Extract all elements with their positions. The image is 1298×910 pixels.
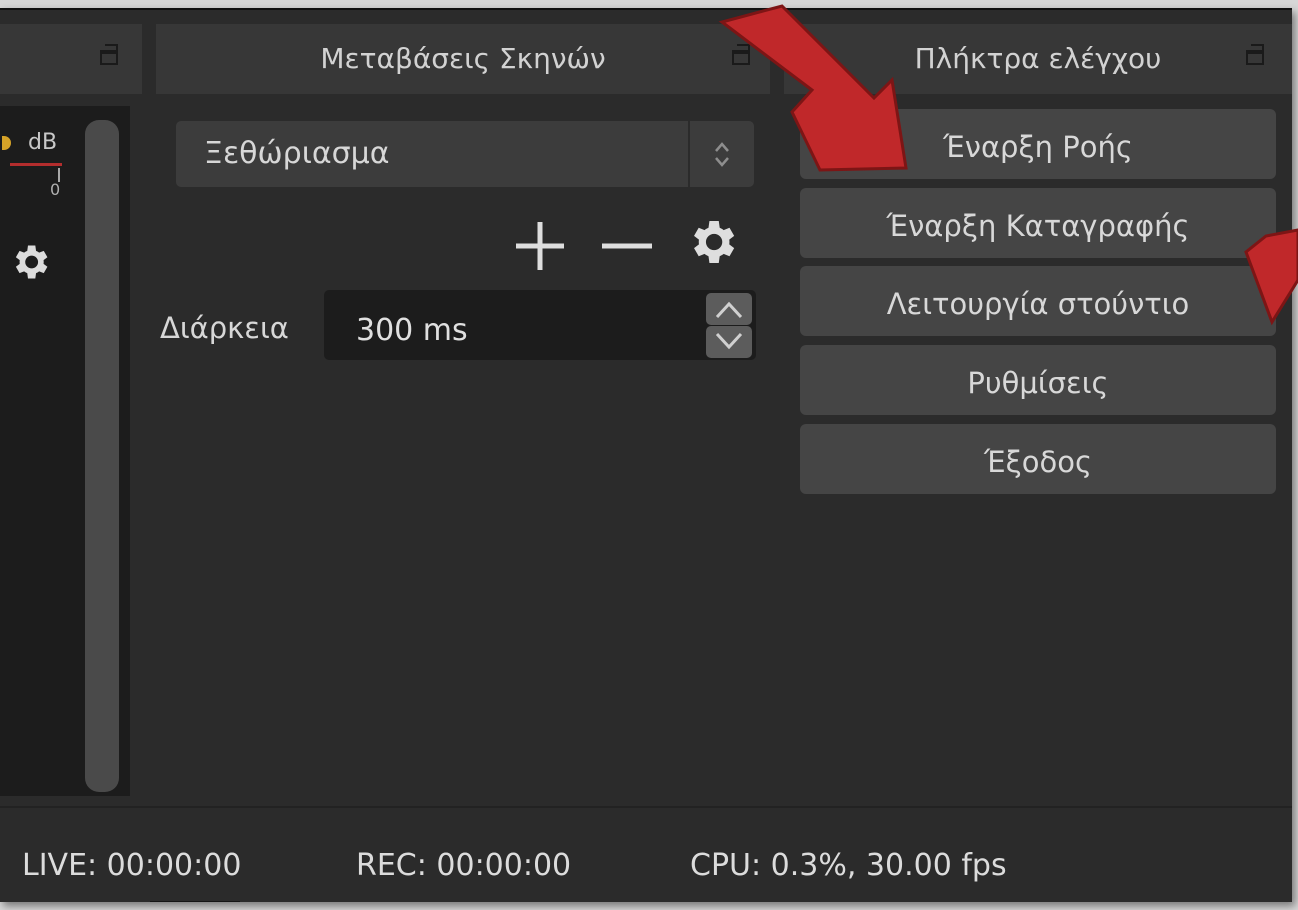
settings-button[interactable]: Ρυθμίσεις (800, 345, 1276, 415)
studio-mode-button[interactable]: Λειτουργία στούντιο (800, 266, 1276, 336)
transition-select[interactable]: Ξεθώριασμα (176, 121, 754, 187)
status-bar-mark (150, 901, 240, 902)
decrement-chevron-down-icon[interactable] (706, 326, 752, 358)
transition-select-value: Ξεθώριασμα (204, 136, 390, 171)
duration-spinbox[interactable]: 300 ms (324, 290, 756, 360)
duration-value: 300 ms (356, 313, 468, 348)
db-label: dB (28, 130, 58, 155)
status-bar-divider (0, 806, 1292, 808)
volume-meter-bar (10, 163, 62, 166)
start-streaming-button[interactable]: Έναρξη Ροής (800, 109, 1276, 179)
duration-label: Διάρκεια (160, 311, 289, 345)
meter-zero-label: 0 (50, 180, 61, 199)
increment-chevron-up-icon[interactable] (706, 293, 752, 325)
obs-window: Μεταβάσεις Σκηνών Πλήκτρα ελέγχου dB 0 Ξ… (0, 8, 1292, 902)
float-dock-icon[interactable] (100, 44, 118, 65)
audio-settings-gear-icon[interactable] (8, 240, 52, 284)
transition-properties-gear-icon[interactable] (684, 214, 740, 274)
volume-slider[interactable] (85, 120, 119, 792)
transitions-dock-title: Μεταβάσεις Σκηνών (320, 42, 606, 75)
transitions-dock-header: Μεταβάσεις Σκηνών (156, 24, 770, 94)
controls-dock-title: Πλήκτρα ελέγχου (914, 42, 1162, 75)
top-border (0, 8, 1292, 10)
live-timer: LIVE: 00:00:00 (22, 848, 242, 883)
start-recording-button[interactable]: Έναρξη Καταγραφής (800, 188, 1276, 258)
add-transition-icon[interactable] (512, 220, 568, 276)
rec-timer: REC: 00:00:00 (356, 848, 572, 883)
cpu-fps-readout: CPU: 0.3%, 30.00 fps (690, 848, 1007, 883)
mixer-dock-header (0, 24, 142, 94)
controls-dock-header: Πλήκτρα ελέγχου (784, 24, 1292, 94)
exit-button[interactable]: Έξοδος (800, 424, 1276, 494)
float-dock-icon[interactable] (1246, 44, 1264, 65)
remove-transition-icon[interactable] (598, 220, 656, 276)
select-arrows-icon[interactable] (688, 121, 754, 187)
float-dock-icon[interactable] (732, 44, 750, 65)
